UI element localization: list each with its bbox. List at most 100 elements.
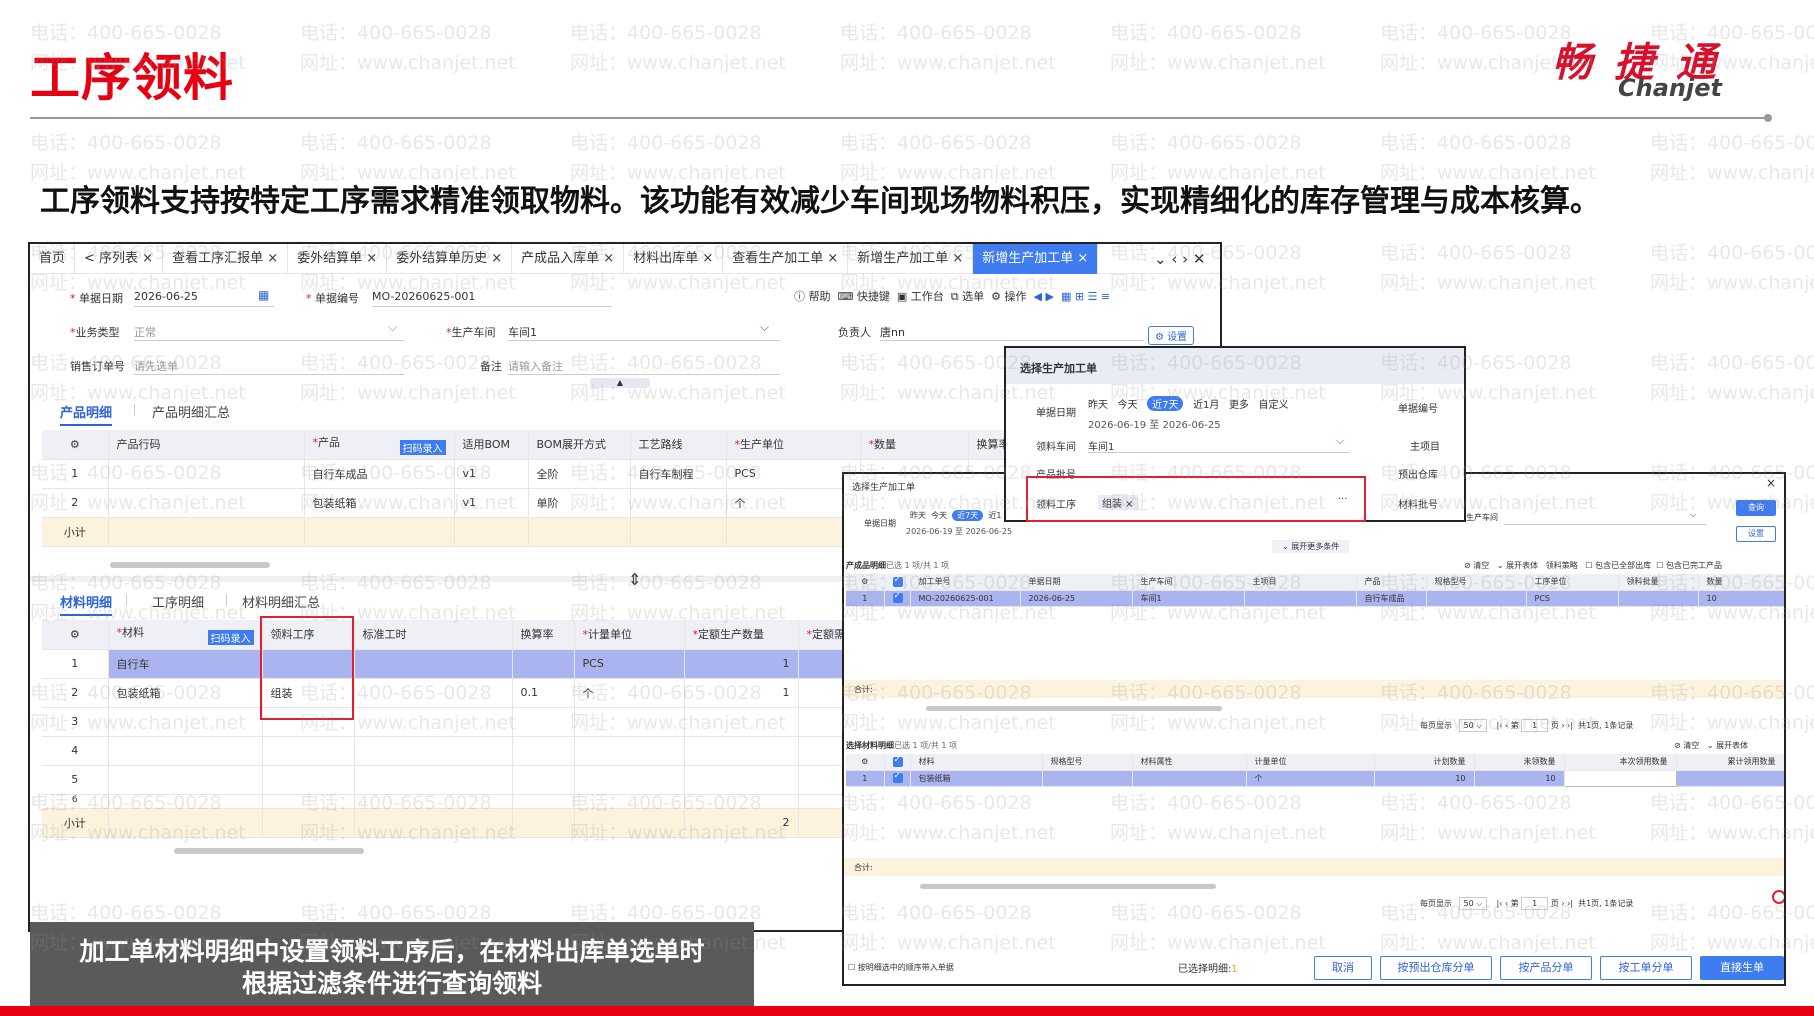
- quick-date-1month[interactable]: 近1: [988, 511, 1001, 520]
- tab-8[interactable]: 新增生产加工单 ×: [848, 244, 974, 274]
- cell[interactable]: 包装纸箱: [108, 678, 263, 708]
- cell[interactable]: [512, 649, 575, 679]
- chevron-down-icon[interactable]: ⌵: [760, 320, 769, 335]
- date-input[interactable]: 2026-06-25: [134, 290, 198, 303]
- order-no-input[interactable]: MO-20260625-001: [372, 290, 475, 303]
- cell[interactable]: 包装纸箱: [304, 488, 455, 518]
- shortcut-button[interactable]: 快捷键: [857, 290, 890, 303]
- tab-6[interactable]: 材料出库单 ×: [624, 244, 724, 274]
- settings-button[interactable]: 设置: [1736, 526, 1776, 542]
- scan-entry-button[interactable]: 扫码录入: [207, 629, 254, 645]
- page-size-select[interactable]: 50 ⌵: [1458, 897, 1488, 910]
- gear-icon[interactable]: ⚙: [42, 430, 109, 460]
- biztype-select[interactable]: 正常: [134, 324, 156, 340]
- cell[interactable]: v1: [454, 488, 529, 518]
- remark-input[interactable]: 请输入备注: [508, 358, 563, 374]
- quick-date-7days[interactable]: 近7天: [1147, 396, 1184, 411]
- cancel-button[interactable]: 取消: [1314, 956, 1372, 980]
- owner-input[interactable]: 唐nn: [880, 324, 905, 340]
- cell[interactable]: 自行车成品: [304, 459, 455, 489]
- select-all-checkbox[interactable]: [884, 574, 911, 591]
- chevron-down-icon[interactable]: ⌵: [1336, 434, 1344, 448]
- operate-button[interactable]: 操作: [1005, 290, 1027, 303]
- tab-9[interactable]: 新增生产加工单 ×: [973, 244, 1099, 274]
- pager-nav-icons[interactable]: |‹ ‹: [1496, 721, 1508, 730]
- cell[interactable]: 个: [574, 678, 685, 708]
- include-finished-checkbox[interactable]: ☐ 包含已完工产品: [1656, 561, 1722, 570]
- cell[interactable]: 全阶: [528, 459, 631, 489]
- tab-nav-icons[interactable]: ⌄ ‹ › ✕: [1154, 250, 1205, 268]
- cell[interactable]: PCS: [574, 649, 685, 679]
- cell[interactable]: [630, 488, 727, 518]
- workbench-button[interactable]: 工作台: [911, 290, 944, 303]
- gear-icon[interactable]: ⚙: [846, 754, 885, 771]
- calendar-icon[interactable]: ▦: [258, 288, 269, 302]
- split-by-order-button[interactable]: 按工单分单: [1600, 956, 1692, 980]
- page-size-select[interactable]: 50 ⌵: [1458, 719, 1488, 732]
- settings-button[interactable]: ⚙ 设置: [1148, 326, 1195, 345]
- query-button[interactable]: 查询: [1736, 500, 1776, 516]
- quick-date-more[interactable]: 更多: [1229, 400, 1249, 411]
- collapse-toggle[interactable]: ▲: [590, 378, 650, 388]
- quick-date-yesterday[interactable]: 昨天: [910, 511, 926, 520]
- tab-material-detail[interactable]: 材料明细: [60, 592, 113, 616]
- pager-nav-icons[interactable]: |‹ ‹: [1496, 899, 1508, 908]
- quick-date-custom[interactable]: 自定义: [1258, 400, 1288, 411]
- view-toggle-icons[interactable]: ▦ ⊞ ☰ ≡: [1061, 290, 1110, 303]
- quick-date-today[interactable]: 今天: [1118, 400, 1138, 411]
- gear-icon[interactable]: ⚙: [42, 620, 109, 650]
- scan-entry-button[interactable]: 扫码录入: [399, 439, 446, 455]
- quick-date-7days[interactable]: 近7天: [952, 510, 984, 521]
- cell[interactable]: 自行车: [108, 649, 263, 679]
- cell[interactable]: [1618, 590, 1699, 607]
- chevron-down-icon[interactable]: ⌵: [388, 320, 397, 335]
- chevron-down-icon[interactable]: ⌵: [1690, 510, 1696, 520]
- cell[interactable]: 单阶: [528, 488, 631, 518]
- include-outbound-checkbox[interactable]: ☐ 包含已全部出库: [1585, 561, 1651, 570]
- tab-3[interactable]: 委外结算单 ×: [288, 244, 388, 274]
- row-checkbox[interactable]: [884, 590, 911, 607]
- cell[interactable]: 个: [726, 488, 861, 518]
- cell[interactable]: [354, 678, 513, 708]
- resize-handle-icon[interactable]: ⇕: [628, 570, 641, 589]
- expand-more-button[interactable]: ⌄ 展开更多条件: [1272, 540, 1350, 553]
- h-scrollbar[interactable]: [174, 848, 364, 854]
- h-scrollbar[interactable]: [920, 884, 1216, 889]
- tab-4[interactable]: 委外结算单历史 ×: [387, 244, 513, 274]
- tab-product-detail[interactable]: 产品明细: [60, 402, 113, 426]
- expand-body-button[interactable]: ⌄ 展开表体: [1707, 741, 1748, 750]
- row-checkbox[interactable]: [884, 770, 911, 787]
- prev-next-icons[interactable]: ◀ ▶: [1034, 290, 1054, 303]
- tab-0[interactable]: 首页: [30, 244, 76, 274]
- page-input[interactable]: 1: [1521, 719, 1549, 732]
- page-input[interactable]: 1: [1521, 897, 1549, 910]
- clear-button[interactable]: ⊘ 清空: [1674, 741, 1699, 750]
- tab-2[interactable]: 查看工序汇报单 ×: [163, 244, 289, 274]
- workshop-select[interactable]: 车间1: [508, 324, 537, 340]
- cell[interactable]: 1: [684, 649, 799, 679]
- cell[interactable]: 1: [684, 678, 799, 708]
- order-checkbox[interactable]: ☐ 按明细选中的顺序带入单据: [848, 962, 954, 973]
- tab-7[interactable]: 查看生产加工单 ×: [723, 244, 849, 274]
- h-scrollbar[interactable]: [110, 562, 270, 568]
- select-all-checkbox[interactable]: [884, 754, 911, 771]
- cell[interactable]: 自行车制程: [630, 459, 727, 489]
- pager-nav-icons[interactable]: › ›|: [1561, 721, 1573, 730]
- so-input[interactable]: 请先选单: [134, 358, 178, 374]
- select-order-button[interactable]: 选单: [962, 290, 984, 303]
- pick-strategy-button[interactable]: 领料策略: [1546, 561, 1578, 570]
- cell[interactable]: v1: [454, 459, 529, 489]
- tab-process-detail[interactable]: 工序明细: [152, 592, 204, 611]
- split-by-warehouse-button[interactable]: 按预出仓库分单: [1380, 956, 1492, 980]
- close-icon[interactable]: ×: [1766, 476, 1776, 490]
- current-qty-input[interactable]: [1563, 769, 1677, 787]
- cell[interactable]: PCS: [726, 459, 861, 489]
- gear-icon[interactable]: ⚙: [846, 574, 885, 591]
- tab-1[interactable]: < 序列表 ×: [75, 244, 164, 274]
- tab-material-summary[interactable]: 材料明细汇总: [242, 592, 320, 611]
- cell[interactable]: 0.1: [512, 678, 575, 708]
- table-row[interactable]: 1 包装纸箱 个 10 10: [846, 769, 1784, 787]
- clear-button[interactable]: ⊘ 清空: [1464, 561, 1489, 570]
- expand-body-button[interactable]: ⌄ 展开表体: [1497, 561, 1538, 570]
- tab-product-summary[interactable]: 产品明细汇总: [152, 402, 230, 421]
